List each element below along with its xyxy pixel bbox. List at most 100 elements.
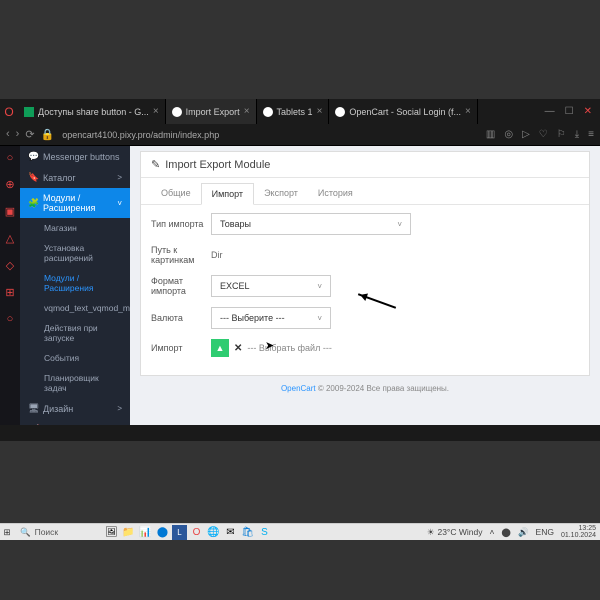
sidebar-icon[interactable]: ○ [7, 152, 14, 164]
taskbar-app-icon[interactable]: S [257, 525, 272, 540]
minimize-icon[interactable]: — [545, 106, 555, 117]
import-type-label: Тип импорта [151, 219, 211, 229]
weather-widget[interactable]: ☀23°C Windy [427, 527, 483, 538]
tray-icon[interactable]: ⬤ [501, 527, 511, 538]
maximize-icon[interactable]: ☐ [565, 106, 574, 117]
back-icon[interactable]: ‹ [6, 128, 10, 141]
image-path-label: Путь к картинкам [151, 245, 211, 265]
currency-label: Валюта [151, 313, 211, 323]
taskbar-app-icon[interactable]: 📁 [121, 525, 136, 540]
favicon-icon [335, 107, 345, 117]
menu-icon[interactable]: ≡ [588, 129, 594, 140]
sidebar-item-cron[interactable]: Планировщик задач [20, 368, 130, 398]
sidebar-item-install[interactable]: Установка расширений [20, 238, 130, 268]
close-icon[interactable]: × [465, 106, 471, 117]
close-icon[interactable]: × [317, 106, 323, 117]
sidebar-icon[interactable]: ⊕ [5, 178, 14, 191]
ext-icon[interactable]: ⚐ [557, 129, 566, 140]
tab-history[interactable]: История [308, 183, 363, 204]
taskbar-app-icon[interactable]: 📊 [138, 525, 153, 540]
taskbar-app-icon[interactable]: 🛍 [240, 525, 255, 540]
url-text[interactable]: opencart4100.pixy.pro/admin/index.php [62, 130, 478, 140]
close-icon[interactable]: × [244, 106, 250, 117]
admin-sidebar: 💬Messenger buttons 🔖Каталог> 🧩Модули / Р… [20, 146, 130, 425]
forward-icon[interactable]: › [16, 128, 20, 141]
browser-tabs: Доступы share button - G...× Import Expo… [18, 99, 537, 124]
search-icon: 🔍 [20, 527, 31, 538]
sidebar-item-catalog[interactable]: 🔖Каталог> [20, 167, 130, 188]
ext-icon[interactable]: ◎ [504, 129, 513, 140]
sidebar-icon[interactable]: ⊞ [5, 286, 14, 299]
ext-icon[interactable]: ▥ [486, 129, 495, 140]
taskbar-app-icon[interactable]: 🖼 [104, 525, 119, 540]
puzzle-icon: 🧩 [28, 198, 38, 209]
ext-icon[interactable]: ⤓ [575, 129, 579, 140]
start-button[interactable]: ⊞ [0, 527, 14, 538]
chevron-down-icon: ˅ [317, 282, 322, 291]
tab-2[interactable]: Import Export× [166, 99, 257, 124]
sidebar-item-sales[interactable]: 🛒Продажи> [20, 419, 130, 425]
tab-3[interactable]: Tablets 1× [257, 99, 330, 124]
language-indicator[interactable]: ENG [536, 527, 554, 537]
import-export-panel: ✎Import Export Module Общие Импорт Экспо… [140, 151, 590, 376]
import-type-select[interactable]: Товары˅ [211, 213, 411, 235]
currency-select[interactable]: --- Выберите ---˅ [211, 307, 331, 329]
close-window-icon[interactable]: ✕ [584, 106, 592, 117]
window-controls: — ☐ ✕ [537, 106, 600, 117]
opencart-link[interactable]: OpenCart [281, 384, 316, 393]
windows-taskbar: ⊞ 🔍Поиск 🖼 📁 📊 ⬤ L O 🌐 ✉ 🛍 S ☀23°C Windy… [0, 523, 600, 540]
tray-icon[interactable]: 🔊 [518, 527, 529, 538]
sidebar-icon[interactable]: ◇ [6, 259, 14, 272]
sidebar-item-events[interactable]: События [20, 348, 130, 368]
chevron-right-icon: > [117, 404, 122, 413]
chevron-right-icon: > [117, 173, 122, 182]
sidebar-item-messenger[interactable]: 💬Messenger buttons [20, 146, 130, 167]
sidebar-icon[interactable]: ○ [7, 313, 14, 325]
sidebar-item-modules[interactable]: 🧩Модули / Расширения˅ [20, 188, 130, 218]
clear-file-button[interactable]: ✕ [234, 343, 242, 354]
sidebar-item-vqmod[interactable]: vqmod_text_vqmod_manager [20, 298, 130, 318]
taskbar-search[interactable]: 🔍Поиск [14, 527, 104, 538]
tab-import[interactable]: Импорт [201, 183, 254, 205]
taskbar-app-icon[interactable]: ⬤ [155, 525, 170, 540]
taskbar-app-icon[interactable]: L [172, 525, 187, 540]
ext-icon[interactable]: ▷ [522, 129, 530, 140]
address-bar: ‹ › ⟳ 🔒 opencart4100.pixy.pro/admin/inde… [0, 124, 600, 146]
sidebar-item-extensions[interactable]: Модули / Расширения [20, 268, 130, 298]
browser-titlebar: O Доступы share button - G...× Import Ex… [0, 99, 600, 124]
sidebar-item-design[interactable]: 🖥Дизайн> [20, 398, 130, 419]
panel-tabs: Общие Импорт Экспорт История [141, 178, 589, 205]
footer: OpenCart © 2009-2024 Все права защищены. [130, 381, 600, 396]
sidebar-icon[interactable]: △ [6, 232, 14, 245]
tab-general[interactable]: Общие [151, 183, 201, 204]
chevron-down-icon: ˅ [397, 220, 402, 229]
taskbar-app-icon[interactable]: ✉ [223, 525, 238, 540]
sidebar-item-store[interactable]: Магазин [20, 218, 130, 238]
tray-icon[interactable]: ˄ [489, 527, 494, 537]
clock[interactable]: 13:2501.10.2024 [561, 525, 596, 539]
reload-icon[interactable]: ⟳ [25, 128, 34, 141]
opera-icon: O [0, 99, 18, 124]
image-path-value: Dir [211, 250, 411, 260]
taskbar-app-icon[interactable]: O [189, 525, 204, 540]
favicon-icon [24, 107, 34, 117]
tab-export[interactable]: Экспорт [254, 183, 308, 204]
tag-icon: 🔖 [28, 172, 38, 183]
close-icon[interactable]: × [153, 106, 159, 117]
panel-title: ✎Import Export Module [141, 152, 589, 178]
ext-icon[interactable]: ♡ [539, 129, 548, 140]
sidebar-item-startup[interactable]: Действия при запуске [20, 318, 130, 348]
messenger-icon: 💬 [28, 151, 38, 162]
taskbar-app-icon[interactable]: 🌐 [206, 525, 221, 540]
import-format-select[interactable]: EXCEL˅ [211, 275, 331, 297]
sun-icon: ☀ [427, 527, 435, 538]
file-name-label: --- Выбрать файл --- [247, 343, 331, 353]
cart-icon: 🛒 [28, 424, 38, 425]
tab-4[interactable]: OpenCart - Social Login (f...× [329, 99, 477, 124]
chevron-down-icon: ˅ [317, 314, 322, 323]
tab-1[interactable]: Доступы share button - G...× [18, 99, 166, 124]
sidebar-icon[interactable]: ▣ [5, 205, 15, 218]
upload-button[interactable]: ▲ [211, 339, 229, 357]
desktop-icon: 🖥 [28, 403, 38, 414]
import-label: Импорт [151, 343, 211, 353]
